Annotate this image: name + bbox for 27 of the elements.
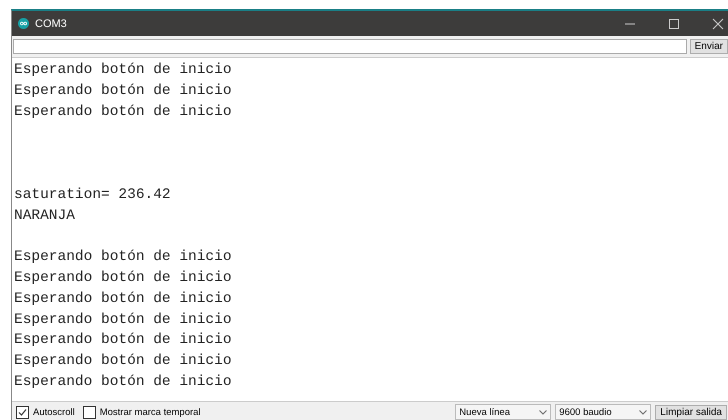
- output-line: saturation= 236.42: [14, 186, 171, 203]
- output-line: Esperando botón de inicio: [14, 82, 232, 99]
- output-line: Esperando botón de inicio: [14, 62, 232, 78]
- output-line: NARANJA: [14, 208, 75, 224]
- clear-output-button[interactable]: Limpiar salida: [655, 404, 727, 420]
- chevron-down-icon: [539, 410, 548, 414]
- dropdown[interactable]: Nueva línea: [455, 404, 552, 420]
- output-line: Esperando botón de inicio: [14, 249, 232, 266]
- output-line: Esperando botón de inicio: [14, 312, 232, 328]
- send-input-field[interactable]: [13, 39, 687, 54]
- maximize-icon[interactable]: [668, 18, 680, 30]
- output-line: Esperando botón de inicio: [14, 290, 232, 307]
- chevron-down-icon: [639, 410, 648, 414]
- checkbox[interactable]: [16, 406, 29, 418]
- checkbox-label: Autoscroll: [33, 406, 75, 418]
- app-logo-icon: [18, 18, 29, 29]
- output-line: Esperando botón de inicio: [14, 374, 232, 390]
- dropdown[interactable]: 9600 baudio: [555, 404, 652, 420]
- send-button[interactable]: Enviar: [690, 39, 728, 54]
- checkbox[interactable]: [82, 406, 96, 418]
- close-icon[interactable]: [712, 18, 724, 30]
- output-line: Esperando botón de inicio: [14, 270, 232, 286]
- checkbox-label: Mostrar marca temporal: [100, 406, 201, 418]
- window-title: COM3: [35, 18, 68, 30]
- output-line: Esperando botón de inicio: [14, 332, 232, 348]
- output-line: Esperando botón de inicio: [14, 104, 232, 120]
- output-line: Esperando botón de inicio: [14, 353, 232, 370]
